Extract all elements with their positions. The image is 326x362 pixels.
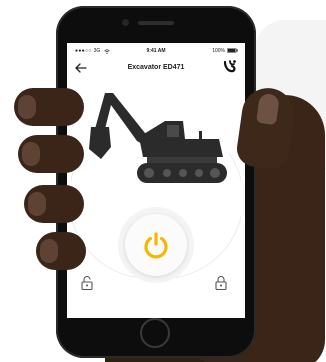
finger-4 bbox=[36, 232, 86, 270]
finger-2 bbox=[18, 135, 84, 173]
excavator-image bbox=[89, 93, 227, 183]
thumbnail bbox=[256, 92, 280, 126]
lock-open-icon[interactable] bbox=[81, 276, 93, 290]
power-icon bbox=[144, 232, 168, 259]
finger-1 bbox=[14, 88, 84, 126]
earpiece-speaker bbox=[138, 21, 174, 25]
brand-logo-icon[interactable] bbox=[221, 59, 237, 75]
page-title: Excavator ED471 bbox=[127, 64, 185, 71]
fingernail bbox=[40, 239, 58, 263]
battery-icon bbox=[227, 48, 238, 53]
finger-3 bbox=[24, 185, 84, 223]
photo-scene: ●●●○○ 3G 9:41 AM 100% Excavator ED471 bbox=[0, 0, 326, 362]
battery-percent: 100% bbox=[212, 48, 225, 54]
front-camera bbox=[122, 19, 129, 26]
phone-device: ●●●○○ 3G 9:41 AM 100% Excavator ED471 bbox=[56, 6, 256, 358]
status-bar: ●●●○○ 3G 9:41 AM 100% bbox=[67, 43, 245, 57]
fingernail bbox=[18, 95, 36, 119]
power-button[interactable] bbox=[125, 214, 187, 276]
fingernail bbox=[22, 142, 40, 166]
fingernail bbox=[28, 192, 46, 216]
lock-closed-icon[interactable] bbox=[215, 276, 227, 290]
app-header: Excavator ED471 bbox=[67, 58, 245, 78]
app-screen: ●●●○○ 3G 9:41 AM 100% Excavator ED471 bbox=[67, 43, 245, 318]
home-button[interactable] bbox=[140, 318, 170, 348]
